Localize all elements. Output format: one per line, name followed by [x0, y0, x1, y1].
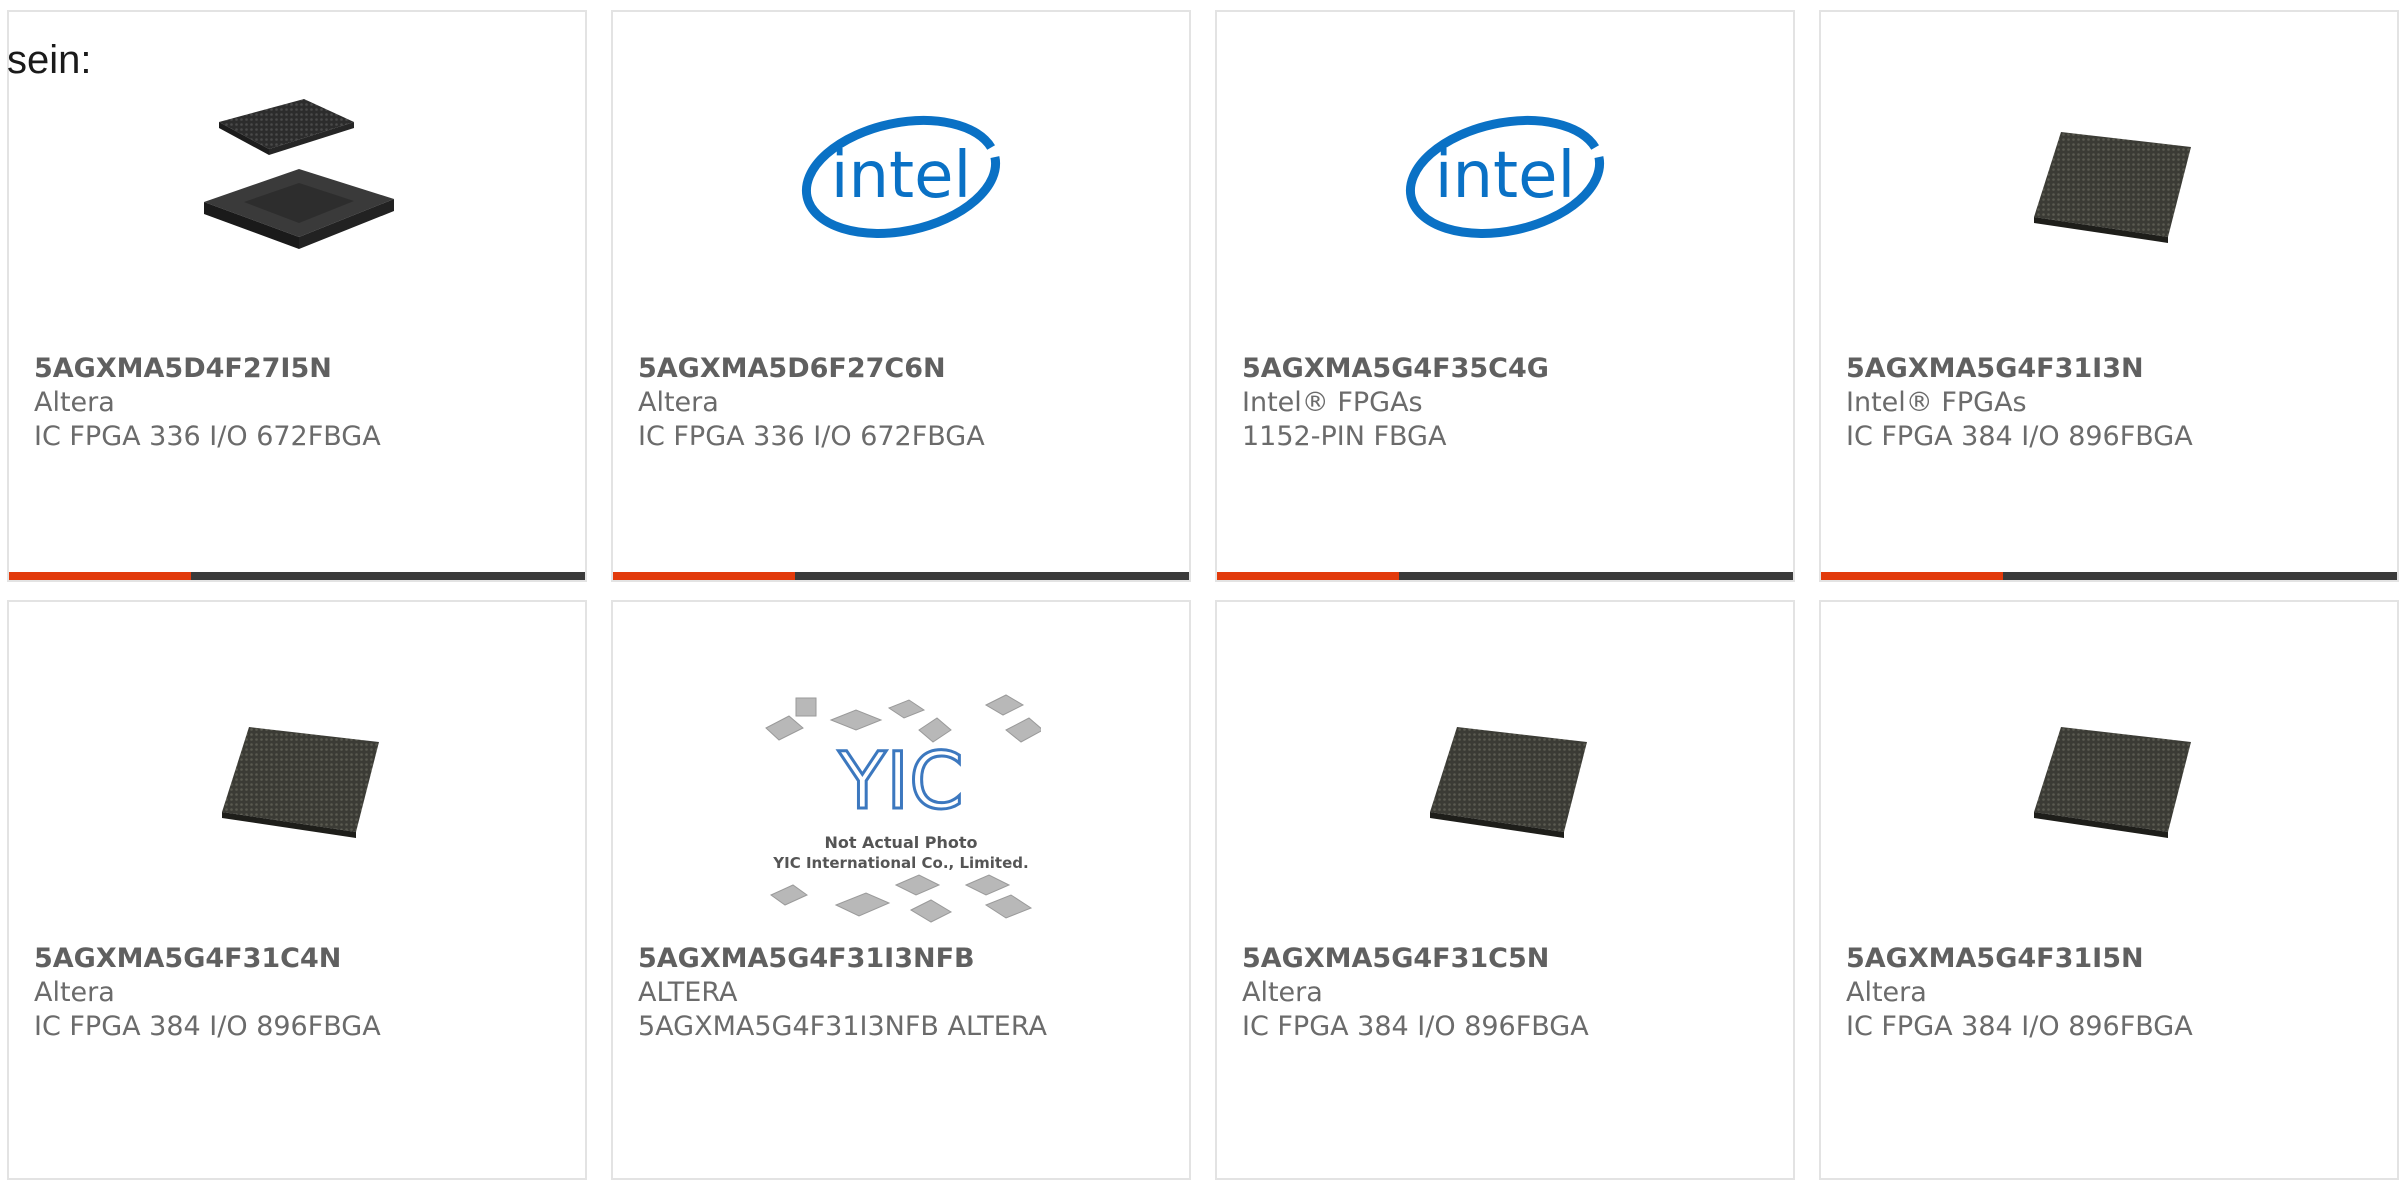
manufacturer: Altera: [34, 977, 115, 1008]
placeholder-company: YIC International Co., Limited.: [772, 854, 1028, 872]
part-number[interactable]: 5AGXMA5G4F31I5N: [1846, 942, 2377, 976]
part-number[interactable]: 5AGXMA5G4F31C4N: [34, 942, 565, 976]
part-number[interactable]: 5AGXMA5D6F27C6N: [638, 352, 1169, 386]
manufacturer: Altera: [1242, 977, 1323, 1008]
card-footer-bar: [1217, 572, 1793, 580]
product-card[interactable]: 5AGXMA5G4F31I5N Altera IC FPGA 384 I/O 8…: [1819, 600, 2399, 1180]
intel-logo[interactable]: intel: [798, 77, 1004, 283]
description: IC FPGA 384 I/O 896FBGA: [1846, 1011, 2193, 1042]
product-card[interactable]: 5AGXMA5G4F31C4N Altera IC FPGA 384 I/O 8…: [7, 600, 587, 1180]
placeholder-photo[interactable]: YIC Not Actual Photo YIC International C…: [761, 690, 1041, 946]
product-card[interactable]: intel 5AGXMA5G4F35C4G Intel® FPGAs 1152-…: [1215, 10, 1795, 582]
card-footer-bar: [613, 572, 1189, 580]
intel-logo[interactable]: intel: [1402, 77, 1608, 283]
description: 5AGXMA5G4F31I3NFB ALTERA: [638, 1011, 1047, 1042]
description: IC FPGA 336 I/O 672FBGA: [34, 421, 381, 452]
product-card[interactable]: 5AGXMA5G4F31I3N Intel® FPGAs IC FPGA 384…: [1819, 10, 2399, 582]
manufacturer: Intel® FPGAs: [1846, 387, 2027, 418]
intro-text: sein:: [7, 38, 92, 82]
bga-chip-stack-image[interactable]: [194, 77, 400, 283]
description: IC FPGA 384 I/O 896FBGA: [34, 1011, 381, 1042]
part-number[interactable]: 5AGXMA5G4F31I3N: [1846, 352, 2377, 386]
bga-chip-image[interactable]: [194, 672, 400, 878]
bga-chip-image[interactable]: [2006, 77, 2212, 283]
manufacturer: Intel® FPGAs: [1242, 387, 1423, 418]
product-card[interactable]: YIC Not Actual Photo YIC International C…: [611, 600, 1191, 1180]
product-card[interactable]: 5AGXMA5D4F27I5N Altera IC FPGA 336 I/O 6…: [7, 10, 587, 582]
manufacturer: Altera: [638, 387, 719, 418]
yic-logo: YIC: [837, 737, 963, 827]
svg-text:intel: intel: [1435, 139, 1576, 213]
manufacturer: Altera: [34, 387, 115, 418]
bga-chip-image[interactable]: [1402, 672, 1608, 878]
description: IC FPGA 336 I/O 672FBGA: [638, 421, 985, 452]
svg-text:intel: intel: [831, 139, 972, 213]
part-number[interactable]: 5AGXMA5G4F35C4G: [1242, 352, 1773, 386]
part-number[interactable]: 5AGXMA5D4F27I5N: [34, 352, 565, 386]
description: IC FPGA 384 I/O 896FBGA: [1242, 1011, 1589, 1042]
part-number[interactable]: 5AGXMA5G4F31I3NFB: [638, 942, 1169, 976]
placeholder-caption: Not Actual Photo: [824, 833, 977, 852]
manufacturer: Altera: [1846, 977, 1927, 1008]
product-card[interactable]: intel 5AGXMA5D6F27C6N Altera IC FPGA 336…: [611, 10, 1191, 582]
description: 1152-PIN FBGA: [1242, 421, 1447, 452]
card-footer-bar: [1821, 572, 2397, 580]
manufacturer: ALTERA: [638, 977, 738, 1008]
part-number[interactable]: 5AGXMA5G4F31C5N: [1242, 942, 1773, 976]
card-footer-bar: [9, 572, 585, 580]
product-card[interactable]: 5AGXMA5G4F31C5N Altera IC FPGA 384 I/O 8…: [1215, 600, 1795, 1180]
bga-chip-image[interactable]: [2006, 672, 2212, 878]
description: IC FPGA 384 I/O 896FBGA: [1846, 421, 2193, 452]
